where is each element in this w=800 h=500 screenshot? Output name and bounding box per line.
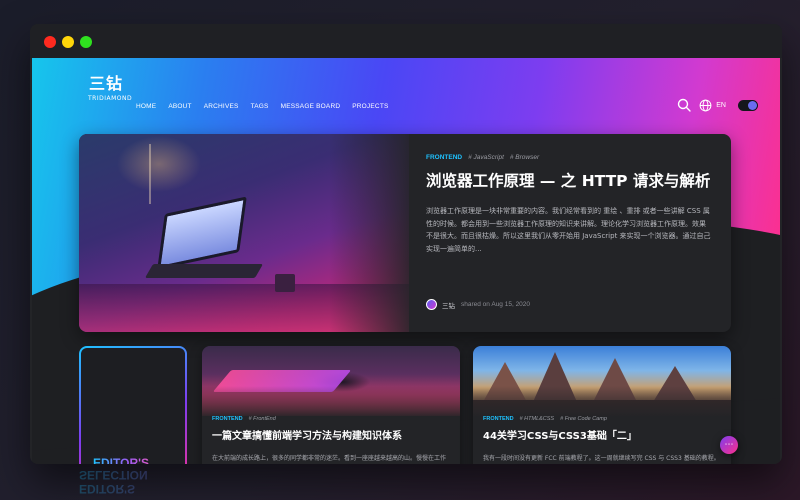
search-icon[interactable] bbox=[677, 98, 691, 112]
window-reflection: EDITOR'S SELECTION bbox=[79, 466, 189, 496]
featured-post-card[interactable]: FRONTEND # JavaScript # Browser 浏览器工作原理 … bbox=[79, 134, 731, 332]
page-viewport: 三钻 TRIDIAMOND HOME ABOUT ARCHIVES TAGS M… bbox=[32, 58, 780, 464]
post-title[interactable]: 一篇文章搞懂前端学习方法与构建知识体系 bbox=[212, 430, 450, 444]
post-date: shared on Aug 15, 2020 bbox=[461, 301, 531, 308]
featured-post-title[interactable]: 浏览器工作原理 — 之 HTTP 请求与解析 bbox=[426, 171, 711, 191]
tag-browser[interactable]: # Browser bbox=[510, 154, 539, 161]
main-nav: HOME ABOUT ARCHIVES TAGS MESSAGE BOARD P… bbox=[136, 103, 401, 110]
site-logo[interactable]: 三钻 TRIDIAMOND bbox=[88, 70, 133, 102]
post-tags: FRONTEND # FrontEnd bbox=[212, 416, 450, 422]
featured-post-content: FRONTEND # JavaScript # Browser 浏览器工作原理 … bbox=[426, 154, 711, 255]
window-titlebar bbox=[30, 24, 782, 58]
nav-tags[interactable]: TAGS bbox=[251, 103, 269, 110]
minimize-window-button[interactable] bbox=[62, 36, 74, 48]
theme-toggle[interactable] bbox=[738, 99, 758, 111]
browser-window: 三钻 TRIDIAMOND HOME ABOUT ARCHIVES TAGS M… bbox=[30, 24, 782, 464]
post-tags: FRONTEND # HTML&CSS # Free Code Camp bbox=[483, 416, 721, 422]
moon-icon bbox=[748, 100, 757, 110]
category-tag[interactable]: FRONTEND bbox=[426, 154, 462, 161]
nav-home[interactable]: HOME bbox=[136, 103, 156, 110]
globe-icon[interactable] bbox=[699, 99, 712, 112]
tag-free-code-camp[interactable]: # Free Code Camp bbox=[560, 416, 607, 422]
tag-javascript[interactable]: # JavaScript bbox=[468, 154, 504, 161]
nav-message-board[interactable]: MESSAGE BOARD bbox=[281, 103, 341, 110]
maximize-window-button[interactable] bbox=[80, 36, 92, 48]
tag-frontend[interactable]: # FrontEnd bbox=[249, 416, 276, 422]
nav-archives[interactable]: ARCHIVES bbox=[204, 103, 239, 110]
featured-post-tags: FRONTEND # JavaScript # Browser bbox=[426, 154, 711, 161]
logo-chinese: 三钻 bbox=[88, 74, 123, 93]
post-card[interactable]: FRONTEND # FrontEnd 一篇文章搞懂前端学习方法与构建知识体系 … bbox=[202, 346, 460, 464]
post-excerpt: 我有一段时间没有更新 FCC 前端教程了。这一周就继续写完 CSS 与 CSS3… bbox=[483, 455, 720, 462]
post-card[interactable]: FRONTEND # HTML&CSS # Free Code Camp 44关… bbox=[473, 346, 731, 464]
avatar[interactable] bbox=[426, 299, 437, 310]
nav-about[interactable]: ABOUT bbox=[168, 103, 191, 110]
featured-post-excerpt: 浏览器工作原理是一块非常重要的内容。我们经常看到的 重绘 、重排 或者一些讲解 … bbox=[426, 207, 711, 253]
post-excerpt: 在大前端的成长路上，很多的同学都非常的迷茫。看到一座座越来越高的山。慢慢在工作中… bbox=[212, 455, 447, 462]
editors-selection-card[interactable]: EDITOR'S SELECTION bbox=[79, 346, 187, 464]
featured-post-author: 三钻 shared on Aug 15, 2020 bbox=[426, 299, 530, 310]
more-icon[interactable]: ⋯ bbox=[720, 436, 738, 454]
logo-english: TRIDIAMOND bbox=[88, 95, 133, 102]
editors-selection-label: EDITOR'S SELECTION bbox=[93, 456, 162, 464]
author-name[interactable]: 三钻 bbox=[442, 300, 455, 310]
close-window-button[interactable] bbox=[44, 36, 56, 48]
category-tag[interactable]: FRONTEND bbox=[212, 416, 243, 422]
nav-actions: EN bbox=[677, 98, 758, 112]
language-switch[interactable]: EN bbox=[716, 102, 726, 109]
nav-projects[interactable]: PROJECTS bbox=[352, 103, 388, 110]
post-title[interactable]: 44关学习CSS与CSS3基础「二」 bbox=[483, 430, 721, 444]
category-tag[interactable]: FRONTEND bbox=[483, 416, 514, 422]
tag-html-css[interactable]: # HTML&CSS bbox=[520, 416, 555, 422]
